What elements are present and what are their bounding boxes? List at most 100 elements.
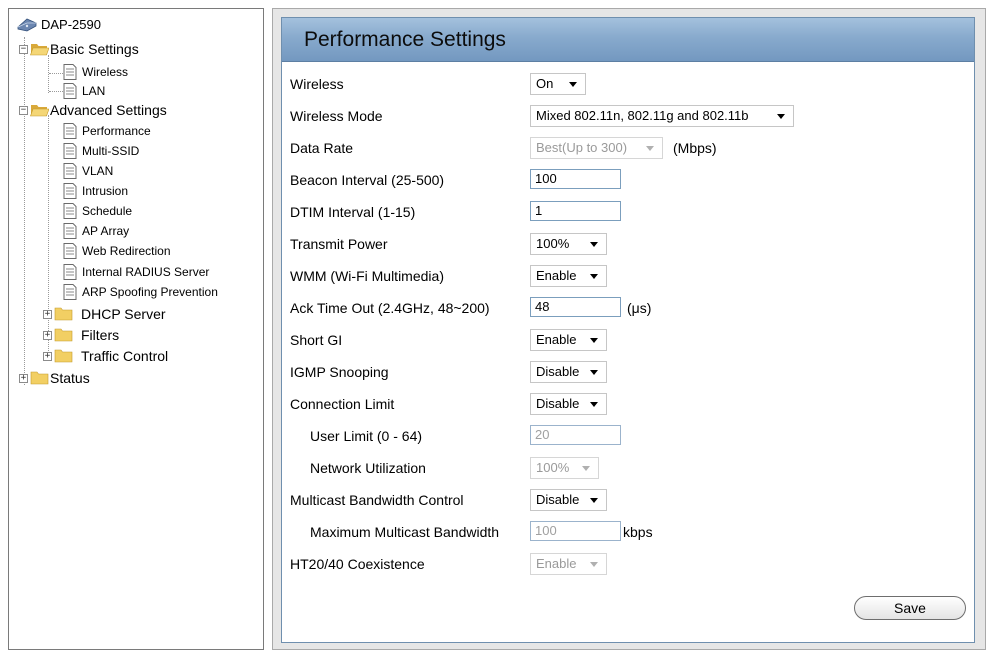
dropdown-arrow-icon: [646, 146, 654, 151]
tree-label-traffic-control: Traffic Control: [81, 348, 169, 364]
tree-label-filters: Filters: [81, 327, 120, 343]
performance-settings-panel: Performance Settings Wireless On Wireles…: [281, 17, 975, 643]
max-multicast-bandwidth-label: Maximum Multicast Bandwidth: [310, 524, 500, 540]
max-multicast-bandwidth-unit: kbps: [623, 524, 653, 540]
document-icon: [63, 264, 77, 280]
dropdown-arrow-icon: [590, 498, 598, 503]
connection-limit-value: Disable: [536, 396, 580, 411]
max-multicast-bandwidth-input: 100: [530, 521, 621, 541]
ack-timeout-unit: (μs): [627, 300, 652, 316]
igmp-snooping-select[interactable]: Disable: [530, 361, 607, 383]
tree-item-vlan[interactable]: VLAN: [63, 163, 113, 179]
multicast-bandwidth-control-value: Disable: [536, 492, 580, 507]
expand-icon[interactable]: +: [43, 351, 52, 361]
tree-connector: [49, 73, 63, 74]
beacon-interval-label: Beacon Interval (25-500): [290, 172, 445, 188]
tree-item-advanced-settings[interactable]: − Advanced Settings: [19, 102, 167, 118]
tree-label-internal-radius-server: Internal RADIUS Server: [82, 265, 210, 279]
tree-label-dhcp-server: DHCP Server: [81, 306, 166, 322]
document-icon: [63, 123, 77, 139]
connection-limit-label: Connection Limit: [290, 396, 395, 412]
wireless-mode-select[interactable]: Mixed 802.11n, 802.11g and 802.11b: [530, 105, 794, 127]
tree-label-lan: LAN: [82, 84, 106, 98]
dropdown-arrow-icon: [590, 402, 598, 407]
wmm-select[interactable]: Enable: [530, 265, 607, 287]
tree-label-performance: Performance: [82, 124, 151, 138]
wmm-label: WMM (Wi-Fi Multimedia): [290, 268, 444, 284]
document-icon: [63, 83, 77, 99]
folder-open-icon: [30, 44, 49, 56]
tree-item-wireless[interactable]: Wireless: [63, 64, 128, 80]
tree-item-performance[interactable]: Performance: [63, 123, 151, 139]
dropdown-arrow-icon: [590, 370, 598, 375]
collapse-icon[interactable]: −: [19, 44, 28, 54]
tree-label-intrusion: Intrusion: [82, 184, 129, 198]
tree-item-basic-settings[interactable]: − Basic Settings: [19, 41, 139, 57]
panel-header: Performance Settings: [282, 18, 974, 62]
tree-item-filters[interactable]: + Filters: [43, 327, 119, 343]
tree-label-basic-settings: Basic Settings: [50, 41, 139, 57]
tree-item-arp-spoofing-prevention[interactable]: ARP Spoofing Prevention: [63, 284, 218, 300]
document-icon: [63, 64, 77, 80]
short-gi-label: Short GI: [290, 332, 343, 348]
document-icon: [63, 163, 77, 179]
expand-icon[interactable]: +: [43, 330, 52, 340]
save-button[interactable]: Save: [854, 596, 966, 620]
tree-label-vlan: VLAN: [82, 164, 114, 178]
dtim-interval-input[interactable]: 1: [530, 201, 621, 221]
tree-item-web-redirection[interactable]: Web Redirection: [63, 243, 171, 259]
content-frame: Performance Settings Wireless On Wireles…: [272, 8, 986, 650]
transmit-power-select[interactable]: 100%: [530, 233, 607, 255]
ht2040-coexistence-value: Enable: [536, 556, 577, 571]
tree-item-intrusion[interactable]: Intrusion: [63, 183, 128, 199]
connection-limit-select[interactable]: Disable: [530, 393, 607, 415]
folder-icon: [30, 371, 49, 385]
beacon-interval-input[interactable]: 100: [530, 169, 621, 189]
user-limit-label: User Limit (0 - 64): [310, 428, 423, 444]
dropdown-arrow-icon: [777, 114, 785, 119]
dropdown-arrow-icon: [590, 242, 598, 247]
short-gi-value: Enable: [536, 332, 577, 347]
igmp-snooping-value: Disable: [536, 364, 580, 379]
transmit-power-label: Transmit Power: [290, 236, 388, 252]
short-gi-select[interactable]: Enable: [530, 329, 607, 351]
data-rate-label: Data Rate: [290, 140, 354, 156]
tree-label-web-redirection: Web Redirection: [82, 244, 171, 258]
expand-icon[interactable]: +: [43, 309, 52, 319]
wireless-value: On: [536, 76, 554, 91]
tree-item-lan[interactable]: LAN: [63, 83, 105, 99]
document-icon: [63, 284, 77, 300]
ht2040-coexistence-label: HT20/40 Coexistence: [290, 556, 425, 572]
network-utilization-value: 100%: [536, 460, 570, 475]
collapse-icon[interactable]: −: [19, 105, 28, 115]
dropdown-arrow-icon: [590, 338, 598, 343]
dtim-interval-label: DTIM Interval (1-15): [290, 204, 416, 220]
tree-item-dhcp-server[interactable]: + DHCP Server: [43, 306, 166, 322]
tree-item-ap-array[interactable]: AP Array: [63, 223, 129, 239]
tree-item-internal-radius-server[interactable]: Internal RADIUS Server: [63, 264, 209, 280]
user-limit-input: 20: [530, 425, 621, 445]
tree-label-arp-spoofing-prevention: ARP Spoofing Prevention: [82, 285, 218, 299]
folder-icon: [54, 328, 73, 342]
wireless-select[interactable]: On: [530, 73, 586, 95]
wmm-value: Enable: [536, 268, 577, 283]
navigation-tree: DAP-2590 − Basic Settings Wireless LAN −…: [8, 8, 264, 650]
tree-root-dap-2590[interactable]: DAP-2590: [16, 15, 101, 33]
network-utilization-label: Network Utilization: [310, 460, 426, 476]
ack-timeout-label: Ack Time Out (2.4GHz, 48~200): [290, 300, 490, 316]
expand-icon[interactable]: +: [19, 373, 28, 383]
multicast-bandwidth-control-select[interactable]: Disable: [530, 489, 607, 511]
wireless-mode-label: Wireless Mode: [290, 108, 383, 124]
tree-item-multi-ssid[interactable]: Multi-SSID: [63, 143, 139, 159]
tree-label-wireless: Wireless: [82, 65, 129, 79]
wireless-mode-value: Mixed 802.11n, 802.11g and 802.11b: [536, 108, 749, 123]
tree-item-traffic-control[interactable]: + Traffic Control: [43, 348, 168, 364]
ack-timeout-input[interactable]: 48: [530, 297, 621, 317]
wireless-label: Wireless: [290, 76, 344, 92]
ht2040-coexistence-select: Enable: [530, 553, 607, 575]
document-icon: [63, 203, 77, 219]
router-icon: [17, 18, 37, 32]
tree-item-status[interactable]: + Status: [19, 370, 90, 386]
tree-item-schedule[interactable]: Schedule: [63, 203, 132, 219]
document-icon: [63, 243, 77, 259]
